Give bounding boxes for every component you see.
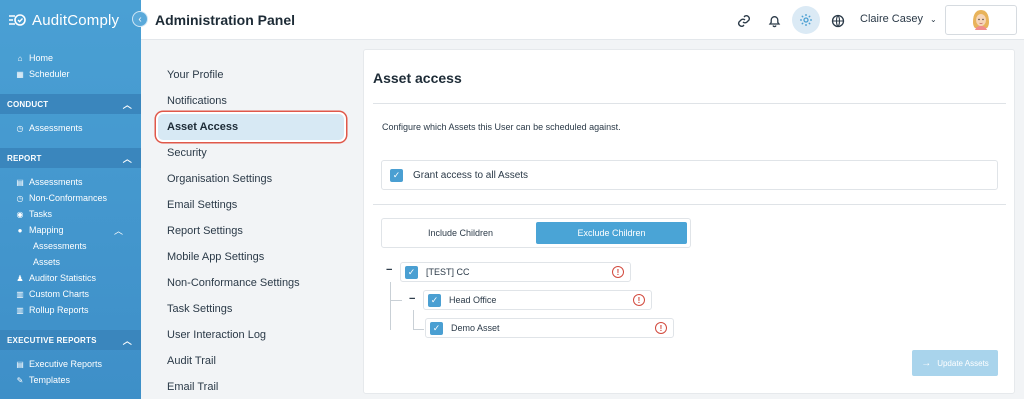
grant-all-label: Grant access to all Assets [413, 169, 529, 181]
globe-icon[interactable] [825, 8, 851, 34]
warning-icon[interactable]: ! [633, 294, 645, 306]
menu-item-email-trail[interactable]: Email Trail [155, 374, 355, 399]
target-icon: ◉ [16, 209, 24, 219]
sidebar-item-mapping[interactable]: ● Mapping ︿ [0, 222, 141, 238]
calendar-icon: ▦ [16, 69, 24, 79]
menu-item-security[interactable]: Security [155, 140, 355, 166]
collapse-node-button[interactable]: − [386, 264, 392, 276]
chevron-down-icon: ⌄ [930, 15, 937, 24]
checkmark-icon[interactable]: ✓ [430, 321, 443, 335]
sidebar-item-custom-charts[interactable]: ▥ Custom Charts [0, 286, 141, 302]
menu-item-non-conformance-settings[interactable]: Non-Conformance Settings [155, 270, 355, 296]
clock-icon: ◷ [16, 193, 24, 203]
menu-item-user-interaction-log[interactable]: User Interaction Log [155, 322, 355, 348]
sidebar-item-mapping-assets[interactable]: Assets [0, 254, 141, 270]
menu-item-audit-trail[interactable]: Audit Trail [155, 348, 355, 374]
checkmark-icon[interactable]: ✓ [428, 293, 441, 307]
settings-menu: Your Profile Notifications Asset Access … [155, 62, 355, 399]
include-children-option[interactable]: Include Children [385, 222, 536, 244]
edit-icon: ✎ [16, 375, 24, 385]
asset-access-card: Asset access Configure which Assets this… [363, 49, 1015, 394]
sidebar-item-rollup-reports[interactable]: ▥ Rollup Reports [0, 302, 141, 318]
chevron-up-icon: ︿ [122, 99, 132, 110]
home-icon: ⌂ [17, 53, 23, 63]
menu-item-report-settings[interactable]: Report Settings [155, 218, 355, 244]
user-menu[interactable]: Claire Casey ⌄ [860, 13, 937, 25]
checkmark-icon[interactable]: ✓ [405, 265, 418, 279]
chart-icon: ▥ [16, 289, 24, 299]
tree-connector [390, 282, 391, 330]
chart-icon: ▥ [16, 305, 24, 315]
report-icon: ▤ [16, 359, 24, 369]
page-title: Administration Panel [155, 12, 296, 28]
tree-node-leaf[interactable]: ✓ Demo Asset ! [425, 318, 674, 338]
chevron-up-icon: ︿ [122, 153, 132, 164]
sidebar: AuditComply ⌂ Home ▦ Scheduler CONDUCT ︿ ◷… [0, 0, 141, 399]
chevron-up-icon: ︿ [113, 225, 123, 236]
brand[interactable]: AuditComply [0, 0, 141, 40]
sidebar-item-non-conformances[interactable]: ◷ Non-Conformances [0, 190, 141, 206]
menu-item-email-settings[interactable]: Email Settings [155, 192, 355, 218]
warning-icon[interactable]: ! [612, 266, 624, 278]
link-icon[interactable] [731, 8, 757, 34]
exclude-children-option[interactable]: Exclude Children [536, 222, 687, 244]
avatar[interactable] [945, 5, 1017, 35]
sidebar-item-scheduler[interactable]: ▦ Scheduler [0, 66, 141, 82]
sidebar-item-tasks[interactable]: ◉ Tasks [0, 206, 141, 222]
menu-item-organisation-settings[interactable]: Organisation Settings [155, 166, 355, 192]
tree-node-label: Demo Asset [451, 323, 500, 333]
menu-item-mobile-app-settings[interactable]: Mobile App Settings [155, 244, 355, 270]
chevron-up-icon: ︿ [122, 335, 132, 346]
collapse-node-button[interactable]: − [409, 293, 415, 305]
grant-all-assets-checkbox[interactable]: ✓ Grant access to all Assets [381, 160, 998, 190]
clock-icon: ◷ [16, 123, 24, 133]
section-executive-reports[interactable]: EXECUTIVE REPORTS ︿ [0, 330, 141, 350]
avatar-icon [973, 10, 989, 30]
tree-connector [390, 300, 402, 301]
chevron-left-icon: ‹ [138, 13, 142, 25]
divider [373, 204, 1006, 205]
menu-item-asset-access[interactable]: Asset Access [158, 114, 344, 140]
tree-node-label: Head Office [449, 295, 497, 305]
divider [373, 103, 1006, 104]
tree-connector [413, 329, 424, 330]
menu-item-task-settings[interactable]: Task Settings [155, 296, 355, 322]
tree-node-root[interactable]: ✓ [TEST] CC ! [400, 262, 631, 282]
warning-icon[interactable]: ! [655, 322, 667, 334]
update-assets-button[interactable]: → Update Assets [912, 350, 998, 376]
brand-name: AuditComply [32, 11, 120, 29]
sidebar-item-executive-reports[interactable]: ▤ Executive Reports [0, 356, 141, 372]
map-pin-icon: ● [17, 225, 23, 235]
user-name: Claire Casey [860, 13, 923, 25]
section-conduct[interactable]: CONDUCT ︿ [0, 94, 141, 114]
section-report[interactable]: REPORT ︿ [0, 148, 141, 168]
sidebar-item-home[interactable]: ⌂ Home [0, 50, 141, 66]
sidebar-item-templates[interactable]: ✎ Templates [0, 372, 141, 388]
arrow-right-icon: → [921, 357, 932, 369]
sidebar-item-report-assessments[interactable]: ▤ Assessments [0, 174, 141, 190]
card-title: Asset access [373, 70, 462, 86]
settings-gear-icon[interactable] [792, 6, 820, 34]
checkmark-icon: ✓ [390, 168, 403, 182]
users-icon: ♟ [16, 273, 24, 283]
tree-node-label: [TEST] CC [426, 267, 470, 277]
tree-node-child[interactable]: ✓ Head Office ! [423, 290, 652, 310]
sidebar-item-auditor-statistics[interactable]: ♟ Auditor Statistics [0, 270, 141, 286]
sidebar-item-conduct-assessments[interactable]: ◷ Assessments [0, 120, 141, 136]
top-bar: Administration Panel Claire Casey ⌄ [141, 0, 1024, 40]
tree-connector [413, 310, 414, 330]
sidebar-item-mapping-assessments[interactable]: Assessments [0, 238, 141, 254]
report-icon: ▤ [16, 177, 24, 187]
menu-item-notifications[interactable]: Notifications [155, 88, 355, 114]
description-text: Configure which Assets this User can be … [382, 122, 621, 132]
bell-icon[interactable] [761, 8, 787, 34]
collapse-sidebar-button[interactable]: ‹ [132, 11, 148, 27]
auditcomply-logo-icon [8, 13, 26, 27]
menu-item-your-profile[interactable]: Your Profile [155, 62, 355, 88]
children-toggle: Include Children Exclude Children [381, 218, 691, 248]
